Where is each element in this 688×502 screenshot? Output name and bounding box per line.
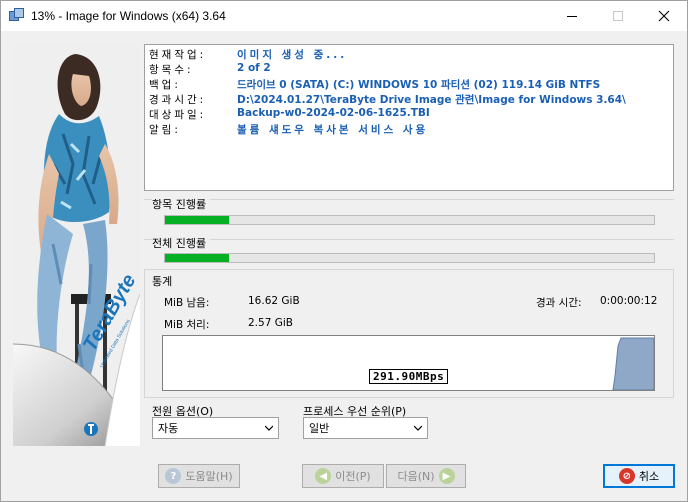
divider bbox=[144, 199, 674, 200]
divider bbox=[144, 239, 674, 240]
status-info-panel: 현재작업: 이미지 생성 중... 항목수: 2 of 2 백업: 드라이브 0… bbox=[144, 44, 674, 191]
next-button[interactable]: 다음(N) ▶ bbox=[386, 464, 466, 488]
info-label: 현재작업: bbox=[149, 49, 207, 61]
window-title: 13% - Image for Windows (x64) 3.64 bbox=[31, 9, 226, 23]
info-value: Backup-w0-2024-02-06-1625.TBI bbox=[237, 107, 430, 119]
total-progress-bar bbox=[164, 253, 655, 263]
cancel-icon: ⊘ bbox=[618, 468, 635, 484]
mib-remaining-value: 16.62 GiB bbox=[248, 295, 300, 307]
mib-processed-label: MiB 처리: bbox=[164, 319, 210, 331]
minimize-button[interactable] bbox=[549, 1, 595, 31]
cancel-button-label: 취소 bbox=[638, 470, 660, 483]
statistics-label: 통계 bbox=[152, 273, 177, 289]
close-icon bbox=[658, 10, 670, 22]
app-window: 13% - Image for Windows (x64) 3.64 TeraB… bbox=[0, 0, 688, 502]
process-priority-select[interactable]: 일반 bbox=[303, 417, 428, 439]
info-row-backup: 백업: 드라이브 0 (SATA) (C:) WINDOWS 10 파티션 (0… bbox=[149, 77, 600, 92]
info-label: 대상파일: bbox=[149, 109, 207, 121]
next-button-label: 다음(N) bbox=[397, 470, 435, 483]
elapsed-time-label: 경과 시간: bbox=[536, 297, 582, 309]
maximize-button[interactable] bbox=[595, 1, 641, 31]
close-button[interactable] bbox=[641, 1, 687, 31]
previous-button-label: 이전(P) bbox=[335, 470, 371, 483]
chevron-down-icon bbox=[265, 425, 273, 431]
elapsed-time-value: 0:00:00:12 bbox=[600, 295, 658, 307]
transfer-speed-readout: 291.90MBps bbox=[369, 369, 449, 384]
help-icon: ? bbox=[165, 468, 182, 484]
info-label: 알림: bbox=[149, 124, 181, 136]
previous-button[interactable]: ◀ 이전(P) bbox=[302, 464, 384, 488]
brand-side-image: TeraByte Unlimited Data Solutions bbox=[13, 44, 140, 446]
info-label: 경과시간: bbox=[149, 94, 207, 106]
info-value: 2 of 2 bbox=[237, 62, 271, 74]
info-value: 볼륨 섀도우 복사본 서비스 사용 bbox=[237, 124, 429, 136]
item-progress-fill bbox=[165, 216, 229, 224]
throughput-graph: 291.90MBps bbox=[162, 335, 655, 391]
info-value: 이미지 생성 중... bbox=[237, 49, 348, 61]
model-illustration bbox=[13, 44, 140, 446]
title-bar[interactable]: 13% - Image for Windows (x64) 3.64 bbox=[1, 1, 687, 31]
maximize-icon bbox=[613, 11, 623, 21]
process-priority-selected: 일반 bbox=[309, 422, 330, 435]
item-progress-bar bbox=[164, 215, 655, 225]
mib-processed-value: 2.57 GiB bbox=[248, 317, 293, 329]
info-value: D:\2024.01.27\TeraByte Drive Image 관련\Im… bbox=[237, 94, 626, 106]
info-row-current-task: 현재작업: 이미지 생성 중... bbox=[149, 47, 347, 62]
info-row-elapsed: 경과시간: D:\2024.01.27\TeraByte Drive Image… bbox=[149, 92, 626, 107]
total-progress-label: 전체 진행률 bbox=[152, 235, 211, 251]
arrow-right-icon: ▶ bbox=[438, 468, 455, 484]
info-label: 항목수: bbox=[149, 64, 194, 76]
mib-remaining-label: MiB 남음: bbox=[164, 297, 210, 309]
info-value: 드라이브 0 (SATA) (C:) WINDOWS 10 파티션 (02) 1… bbox=[237, 79, 601, 91]
info-row-notice: 알림: 볼륨 섀도우 복사본 서비스 사용 bbox=[149, 122, 428, 137]
power-option-selected: 자동 bbox=[158, 422, 179, 435]
help-button[interactable]: ? 도움말(H) bbox=[158, 464, 240, 488]
app-icon bbox=[9, 8, 25, 24]
info-label: 백업: bbox=[149, 79, 181, 91]
power-option-select[interactable]: 자동 bbox=[152, 417, 279, 439]
info-row-target-file: 대상파일: Backup-w0-2024-02-06-1625.TBI bbox=[149, 107, 430, 122]
chevron-down-icon bbox=[414, 425, 422, 431]
total-progress-fill bbox=[165, 254, 229, 262]
arrow-left-icon: ◀ bbox=[315, 468, 332, 484]
minimize-icon bbox=[567, 15, 577, 17]
info-row-item-count: 항목수: 2 of 2 bbox=[149, 62, 271, 77]
help-button-label: 도움말(H) bbox=[185, 470, 233, 483]
item-progress-label: 항목 진행률 bbox=[152, 196, 211, 212]
cancel-button[interactable]: ⊘ 취소 bbox=[603, 464, 675, 488]
